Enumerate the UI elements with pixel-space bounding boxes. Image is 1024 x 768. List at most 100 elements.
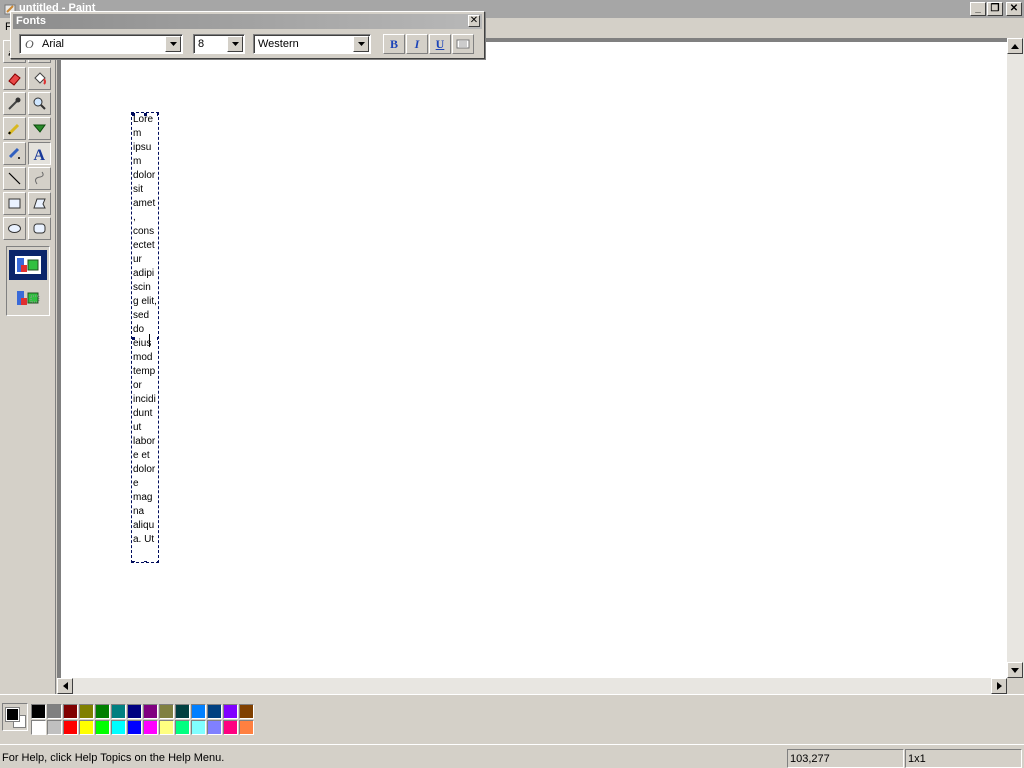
polygon-tool[interactable]: [28, 192, 51, 215]
text-box-resize-handle[interactable]: [157, 113, 158, 116]
palette-color-swatch[interactable]: [31, 720, 46, 735]
text-box-resize-handle[interactable]: [144, 113, 147, 116]
brush-tool[interactable]: [28, 117, 51, 140]
palette-color-swatch[interactable]: [159, 720, 174, 735]
fonts-close-button[interactable]: ✕: [468, 15, 480, 27]
text-box-resize-handle[interactable]: [132, 561, 135, 562]
arrow-up-icon: [1011, 43, 1019, 49]
scroll-left-button[interactable]: [57, 678, 73, 694]
status-coordinates: 103,277: [787, 749, 904, 768]
drawing-canvas[interactable]: Lore m ipsu m dolor sit amet, cons ectet ur adipi s…: [61, 42, 1007, 678]
minimize-button[interactable]: _: [970, 2, 986, 16]
palette-color-swatch[interactable]: [175, 704, 190, 719]
palette-color-swatch[interactable]: [207, 720, 222, 735]
font-name-dropdown-button[interactable]: [165, 36, 181, 52]
status-bar: For Help, click Help Topics on the Help …: [0, 744, 1024, 768]
pick-color-tool[interactable]: [3, 92, 26, 115]
text-box-resize-handle[interactable]: [157, 337, 158, 340]
fill-with-color-tool[interactable]: [28, 67, 51, 90]
curve-tool[interactable]: [28, 167, 51, 190]
vertical-text-icon: [456, 39, 470, 49]
eraser-tool[interactable]: [3, 67, 26, 90]
italic-button[interactable]: I: [406, 34, 428, 54]
text-tool[interactable]: A: [28, 142, 51, 165]
magnifier-tool[interactable]: [28, 92, 51, 115]
font-script-dropdown-button[interactable]: [353, 36, 369, 52]
text-line: e: [133, 478, 139, 489]
font-script-select[interactable]: Western: [253, 34, 371, 54]
rounded-rectangle-tool[interactable]: [28, 217, 51, 240]
text-line: do: [133, 324, 145, 335]
text-line: amet: [133, 198, 156, 209]
text-line: mod: [133, 352, 153, 363]
tool-box: A: [0, 38, 56, 694]
palette-color-swatch[interactable]: [223, 704, 238, 719]
palette-color-swatch[interactable]: [223, 720, 238, 735]
palette-color-swatch[interactable]: [31, 704, 46, 719]
palette-color-swatch[interactable]: [95, 704, 110, 719]
underline-button[interactable]: U: [429, 34, 451, 54]
text-box-resize-handle[interactable]: [132, 113, 135, 116]
font-size-select[interactable]: 8: [193, 34, 245, 54]
font-size-dropdown-button[interactable]: [227, 36, 243, 52]
text-line: g elit,: [133, 296, 157, 307]
text-line: dunt: [133, 408, 153, 419]
palette-color-swatch[interactable]: [207, 704, 222, 719]
close-button[interactable]: ✕: [1006, 2, 1022, 16]
palette-color-swatch[interactable]: [143, 720, 158, 735]
opaque-background-option[interactable]: [9, 250, 47, 280]
palette-color-swatch[interactable]: [143, 704, 158, 719]
airbrush-tool[interactable]: [3, 142, 26, 165]
palette-color-swatch[interactable]: [191, 720, 206, 735]
palette-color-swatch[interactable]: [47, 704, 62, 719]
palette-color-swatch[interactable]: [63, 704, 78, 719]
text-line: ectet: [133, 240, 155, 251]
font-script-value: Western: [258, 38, 299, 50]
palette-color-swatch[interactable]: [175, 720, 190, 735]
vertical-scrollbar[interactable]: [1007, 38, 1024, 678]
scroll-up-button[interactable]: [1007, 38, 1023, 54]
line-tool[interactable]: [3, 167, 26, 190]
palette-color-swatch[interactable]: [239, 704, 254, 719]
palette-color-swatch[interactable]: [111, 704, 126, 719]
fonts-toolbar-title: Fonts: [16, 15, 46, 27]
palette-color-swatch[interactable]: [239, 720, 254, 735]
palette-color-swatch[interactable]: [159, 704, 174, 719]
text-line: dolor: [133, 464, 156, 475]
palette-color-swatch[interactable]: [79, 720, 94, 735]
text-box-resize-handle[interactable]: [132, 337, 135, 340]
text-line: m: [133, 128, 142, 139]
ellipse-tool[interactable]: [3, 217, 26, 240]
vertical-text-button[interactable]: [452, 34, 474, 54]
pencil-tool[interactable]: [3, 117, 26, 140]
palette-color-swatch[interactable]: [47, 720, 62, 735]
horizontal-scrollbar[interactable]: [57, 678, 1007, 694]
palette-color-swatch[interactable]: [95, 720, 110, 735]
palette-color-swatch[interactable]: [79, 704, 94, 719]
rectangle-tool[interactable]: [3, 192, 26, 215]
text-line: mag: [133, 492, 153, 503]
text-line: incidi: [133, 394, 156, 405]
restore-button[interactable]: ❐: [987, 2, 1003, 16]
palette-color-swatch[interactable]: [127, 720, 142, 735]
svg-text:A: A: [34, 147, 46, 162]
text-box-resize-handle[interactable]: [157, 561, 158, 562]
ellipse-icon: [8, 224, 21, 233]
scroll-down-button[interactable]: [1007, 662, 1023, 678]
palette-color-swatch[interactable]: [191, 704, 206, 719]
text-box-resize-handle[interactable]: [144, 561, 147, 562]
text-line: na: [133, 506, 145, 517]
palette-color-swatch[interactable]: [111, 720, 126, 735]
transparent-background-option[interactable]: [9, 283, 47, 313]
font-size-value: 8: [198, 38, 205, 50]
fonts-toolbar-title-bar[interactable]: Fonts ✕: [13, 14, 482, 29]
pencil-icon: [7, 123, 20, 136]
text-line: ur: [133, 254, 142, 265]
text-a-icon: A: [34, 147, 46, 162]
text-box[interactable]: Lore m ipsu m dolor sit amet, cons ectet ur adipi s…: [131, 112, 159, 563]
font-name-select[interactable]: O Arial: [19, 34, 183, 54]
scroll-right-button[interactable]: [991, 678, 1007, 694]
palette-color-swatch[interactable]: [127, 704, 142, 719]
palette-color-swatch[interactable]: [63, 720, 78, 735]
bold-button[interactable]: B: [383, 34, 405, 54]
